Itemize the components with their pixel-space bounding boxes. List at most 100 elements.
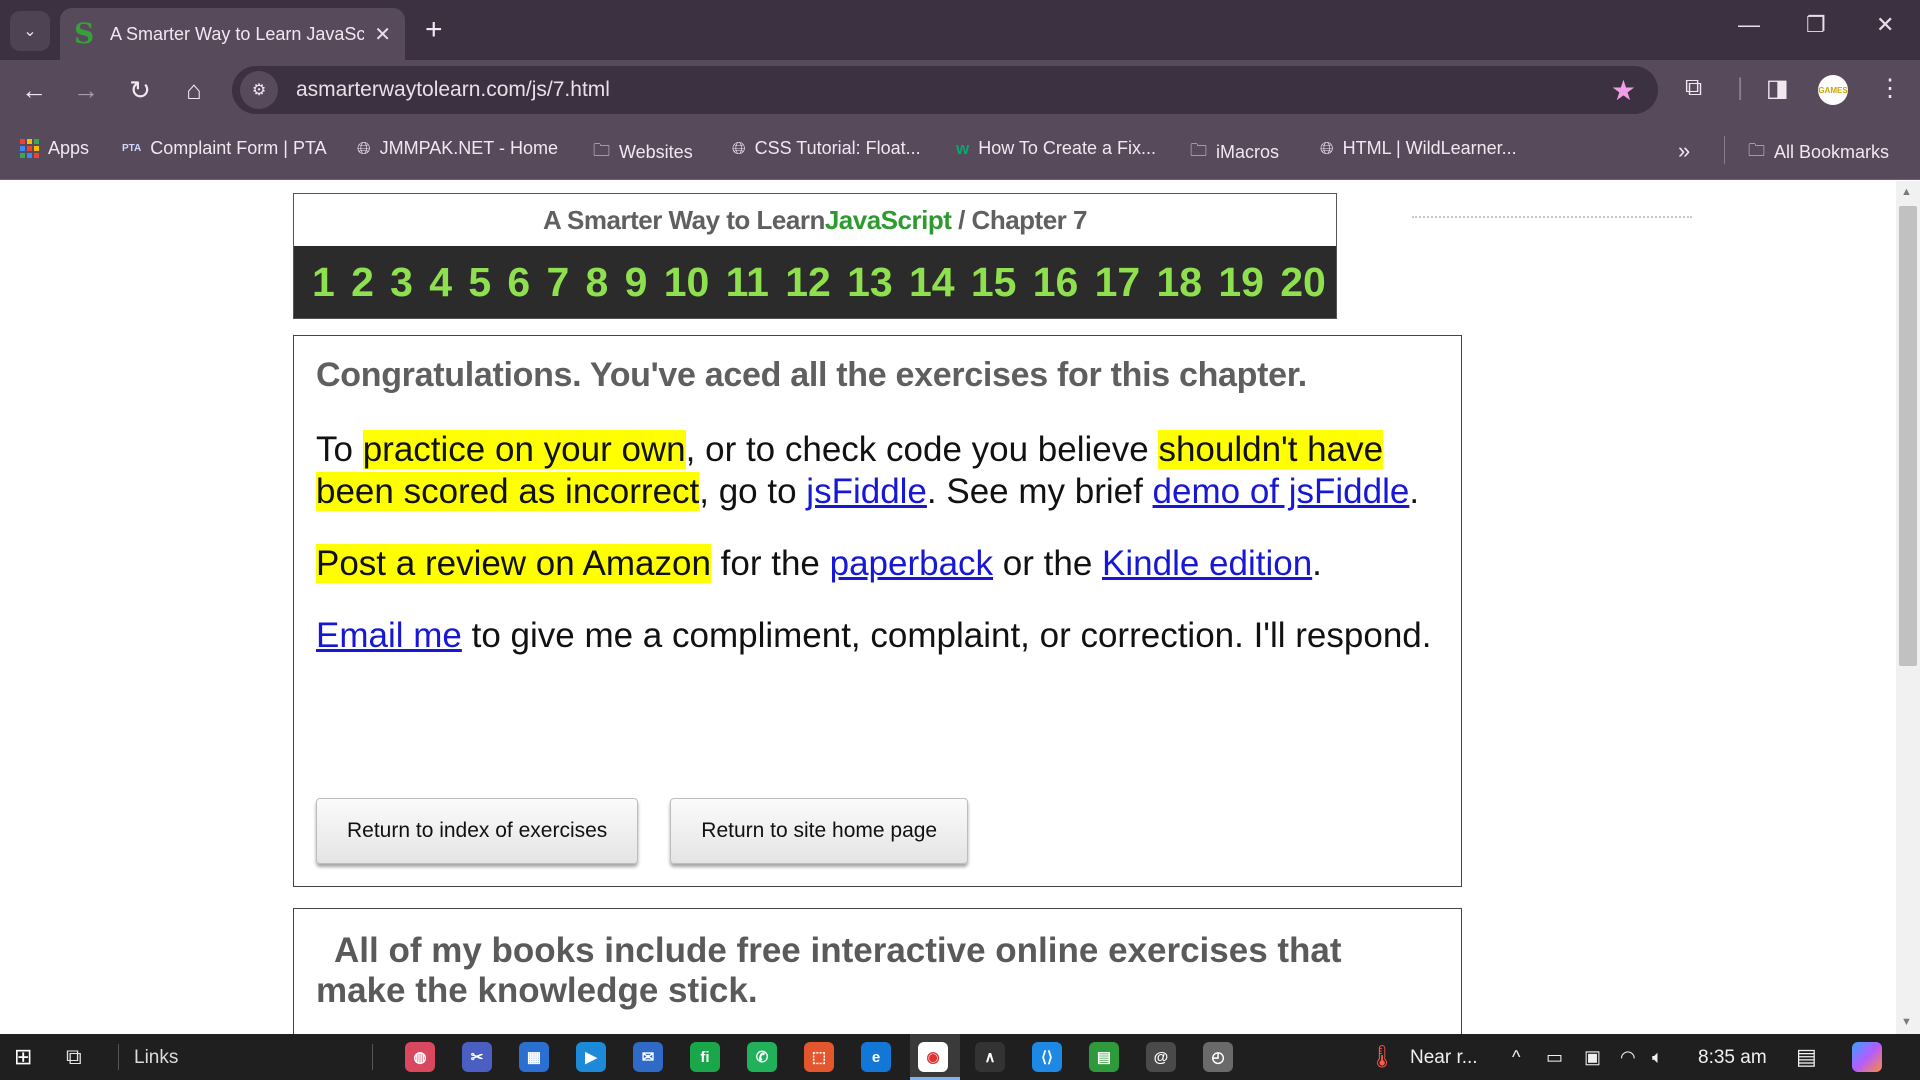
chapter-link[interactable]: 6 bbox=[507, 259, 530, 306]
highlight-text: practice on your own bbox=[362, 430, 686, 469]
reload-button[interactable]: ↻ bbox=[124, 74, 156, 106]
chapter-link[interactable]: 5 bbox=[468, 259, 491, 306]
chip-icon[interactable]: ▤ bbox=[1089, 1042, 1119, 1072]
task-view-icon[interactable]: ⧉ bbox=[66, 1044, 82, 1070]
profile-avatar[interactable]: GAMES bbox=[1818, 75, 1848, 105]
edge-icon[interactable]: e bbox=[861, 1042, 891, 1072]
bookmark-how-to-create[interactable]: w How To Create a Fix... bbox=[956, 138, 1156, 159]
text: To bbox=[316, 430, 363, 469]
bookmark-jmmpak[interactable]: 🌐︎ JMMPAK.NET - Home bbox=[357, 138, 558, 159]
close-window-button[interactable]: ✕ bbox=[1876, 12, 1894, 38]
completion-panel: Congratulations. You've aced all the exe… bbox=[293, 335, 1462, 887]
chevron-up-icon[interactable]: ^ bbox=[1512, 1047, 1520, 1068]
chapter-link[interactable]: 20 bbox=[1280, 259, 1326, 306]
url-text[interactable]: asmarterwaytolearn.com/js/7.html bbox=[296, 78, 610, 102]
browser-toolbar: ← → ↻ ⌂ ⚙ asmarterwaytolearn.com/js/7.ht… bbox=[0, 60, 1920, 120]
address-bar[interactable]: ⚙ asmarterwaytolearn.com/js/7.html ★ bbox=[232, 66, 1658, 114]
w3schools-icon: w bbox=[956, 138, 970, 158]
scroll-up-icon[interactable]: ▲ bbox=[1901, 186, 1912, 198]
copilot-icon[interactable] bbox=[1852, 1042, 1882, 1072]
chapter-link[interactable]: 16 bbox=[1033, 259, 1079, 306]
chapter-link[interactable]: 9 bbox=[625, 259, 648, 306]
restore-button[interactable]: ❐ bbox=[1806, 12, 1826, 38]
chrome-icon[interactable]: ◉ bbox=[918, 1042, 948, 1072]
tab-search-button[interactable]: ⌄ bbox=[10, 11, 50, 51]
chapter-link[interactable]: 15 bbox=[971, 259, 1017, 306]
paperback-link[interactable]: paperback bbox=[830, 544, 993, 583]
chapter-link[interactable]: 7 bbox=[546, 259, 569, 306]
whatsapp-icon[interactable]: ✆ bbox=[747, 1042, 777, 1072]
links-toolbar[interactable]: Links bbox=[134, 1047, 178, 1069]
vscode-icon[interactable]: ⟨⟩ bbox=[1032, 1042, 1062, 1072]
return-to-index-button[interactable]: Return to index of exercises bbox=[316, 798, 639, 864]
new-tab-button[interactable]: + bbox=[425, 12, 443, 48]
back-button[interactable]: ← bbox=[18, 74, 50, 106]
site-info-button[interactable]: ⚙ bbox=[240, 71, 278, 109]
menu-kebab-icon[interactable]: ⋮ bbox=[1878, 74, 1902, 103]
folder-icon: 🗀 bbox=[1748, 141, 1765, 160]
bookmark-wildlearner[interactable]: 🌐︎ HTML | WildLearner... bbox=[1320, 138, 1517, 159]
arduino-icon[interactable]: ∧ bbox=[975, 1042, 1005, 1072]
bookmark-label: Websites bbox=[619, 142, 693, 162]
chapter-link[interactable]: 3 bbox=[390, 259, 413, 306]
bookmark-imacros[interactable]: 🗀 iMacros bbox=[1190, 138, 1279, 167]
snip-icon[interactable]: ✂ bbox=[462, 1042, 492, 1072]
email-me-link[interactable]: Email me bbox=[316, 616, 462, 655]
store-icon[interactable]: ▦ bbox=[519, 1042, 549, 1072]
all-bookmarks-button[interactable]: 🗀 All Bookmarks bbox=[1748, 138, 1889, 167]
scroll-down-icon[interactable]: ▼ bbox=[1901, 1016, 1912, 1028]
chapter-link[interactable]: 13 bbox=[847, 259, 893, 306]
minimize-button[interactable]: — bbox=[1738, 12, 1760, 38]
clock-icon[interactable]: ◴ bbox=[1203, 1042, 1233, 1072]
jsfiddle-link[interactable]: jsFiddle bbox=[806, 472, 927, 511]
windows-start-icon[interactable]: ⊞ bbox=[14, 1044, 32, 1070]
chapter-link[interactable]: 19 bbox=[1218, 259, 1264, 306]
chapter-link[interactable]: 12 bbox=[785, 259, 831, 306]
tab-active[interactable]: S A Smarter Way to Learn JavaScr ✕ bbox=[60, 8, 405, 60]
bookmark-css-tutorial[interactable]: 🌐︎ CSS Tutorial: Float... bbox=[732, 138, 921, 159]
volume-icon[interactable]: 🔈︎ bbox=[1652, 1047, 1663, 1068]
kindle-edition-link[interactable]: Kindle edition bbox=[1102, 544, 1312, 583]
text: to give me a compliment, complaint, or c… bbox=[461, 616, 1432, 655]
bookmark-star-icon[interactable]: ★ bbox=[1611, 74, 1636, 107]
device-icon[interactable]: ▣ bbox=[1584, 1047, 1601, 1068]
chapter-header: A Smarter Way to Learn JavaScript / Chap… bbox=[293, 193, 1337, 319]
clock-time[interactable]: 8:35 am bbox=[1698, 1047, 1767, 1069]
mail-icon[interactable]: ✉ bbox=[633, 1042, 663, 1072]
chapter-link[interactable]: 1 bbox=[312, 259, 335, 306]
office-icon[interactable]: ⬚ bbox=[804, 1042, 834, 1072]
globe-icon: 🌐︎ bbox=[1320, 138, 1334, 158]
scrollbar-thumb[interactable] bbox=[1899, 206, 1917, 666]
battery-icon[interactable]: ▭ bbox=[1546, 1047, 1563, 1068]
plus-icon: + bbox=[425, 13, 443, 46]
forward-button[interactable]: → bbox=[70, 74, 102, 106]
wifi-icon[interactable]: ◠ bbox=[1620, 1047, 1636, 1068]
terminal-icon[interactable]: ▶ bbox=[576, 1042, 606, 1072]
weather-text[interactable]: Near r... bbox=[1410, 1047, 1478, 1069]
folder-icon: 🗀 bbox=[1190, 141, 1207, 160]
tor-icon[interactable]: @ bbox=[1146, 1042, 1176, 1072]
close-icon[interactable]: ✕ bbox=[374, 22, 391, 47]
fiverr-icon[interactable]: fi bbox=[690, 1042, 720, 1072]
notifications-icon[interactable]: ▤ bbox=[1796, 1044, 1817, 1070]
return-to-home-button[interactable]: Return to site home page bbox=[670, 798, 969, 864]
chapter-link[interactable]: 14 bbox=[909, 259, 955, 306]
weather-icon[interactable]: 🌡︎ bbox=[1368, 1044, 1396, 1070]
bookmark-apps[interactable]: Apps bbox=[20, 138, 89, 159]
bookmark-websites[interactable]: 🗀 Websites bbox=[593, 138, 693, 167]
home-button[interactable]: ⌂ bbox=[178, 74, 210, 106]
bookmark-complaint-form[interactable]: PTA Complaint Form | PTA bbox=[122, 138, 327, 159]
chapter-link[interactable]: 10 bbox=[664, 259, 710, 306]
chapter-link[interactable]: 2 bbox=[351, 259, 374, 306]
chapter-link[interactable]: 8 bbox=[586, 259, 609, 306]
chapter-link[interactable]: 11 bbox=[726, 259, 769, 306]
bookmarks-overflow-button[interactable]: » bbox=[1678, 138, 1690, 164]
extensions-icon[interactable]: ⧉ bbox=[1685, 74, 1702, 102]
side-panel-icon[interactable]: ◨ bbox=[1766, 74, 1789, 103]
chapter-link[interactable]: 4 bbox=[429, 259, 452, 306]
chapter-link[interactable]: 18 bbox=[1156, 259, 1202, 306]
paint-icon[interactable]: ◍ bbox=[405, 1042, 435, 1072]
page-viewport: A Smarter Way to Learn JavaScript / Chap… bbox=[0, 181, 1896, 1034]
chapter-link[interactable]: 17 bbox=[1095, 259, 1141, 306]
jsfiddle-demo-link[interactable]: demo of jsFiddle bbox=[1153, 472, 1410, 511]
